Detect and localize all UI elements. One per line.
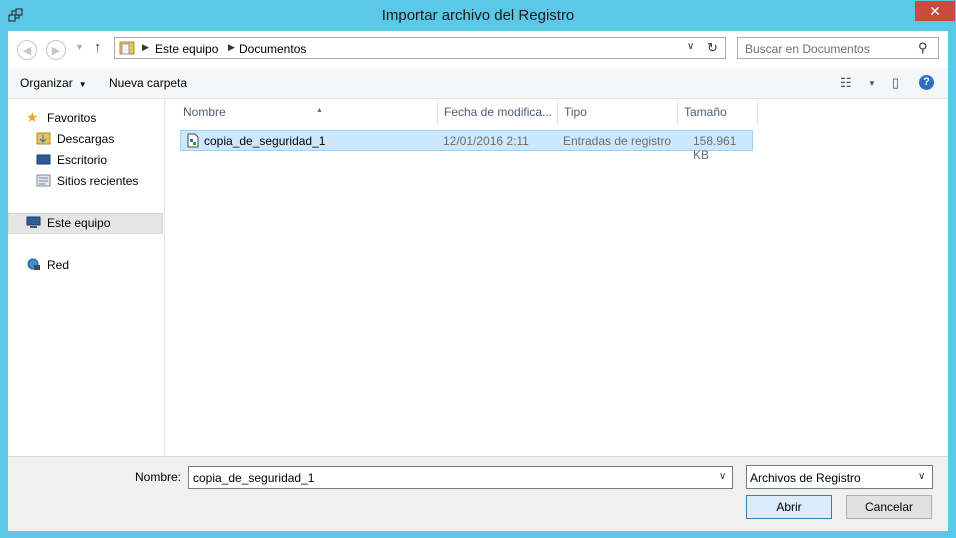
nav-network[interactable]: Red — [26, 255, 156, 275]
search-icon[interactable]: ⚲ — [918, 40, 928, 56]
bottom-panel: Nombre: copia_de_seguridad_1 ∨ Archivos … — [8, 456, 948, 531]
file-size: 158.961 KB — [693, 134, 737, 162]
view-caret-icon[interactable]: ▼ — [868, 79, 876, 88]
search-input[interactable]: Buscar en Documentos ⚲ — [737, 37, 939, 59]
file-name-label: Nombre: — [135, 470, 182, 484]
refresh-icon[interactable]: ↻ — [707, 40, 718, 56]
organize-menu[interactable]: Organizar ▼ — [20, 76, 87, 90]
dialog-client: ◀ ▶ ▼ ↑ ▶ Este equipo ▶ Documentos ∨ ↻ B… — [8, 31, 948, 531]
file-row[interactable]: copia_de_seguridad_1 12/01/2016 2:11 Ent… — [180, 130, 753, 162]
navigation-pane: ★ Favoritos Descargas Escritorio Sitios … — [8, 99, 165, 456]
chevron-down-icon[interactable]: ∨ — [719, 471, 726, 482]
column-header-type[interactable]: Tipo — [558, 100, 678, 125]
column-header-name[interactable]: Nombre ▲ — [177, 100, 438, 125]
registry-file-icon — [187, 133, 199, 148]
sort-ascending-icon: ▲ — [316, 107, 323, 114]
address-row: ◀ ▶ ▼ ↑ ▶ Este equipo ▶ Documentos ∨ ↻ B… — [8, 31, 948, 68]
file-date: 12/01/2016 2:11 — [443, 134, 529, 148]
nav-downloads[interactable]: Descargas — [36, 129, 156, 149]
file-name-input[interactable]: copia_de_seguridad_1 ∨ — [188, 466, 733, 489]
nav-downloads-label: Descargas — [57, 132, 115, 146]
recent-places-icon — [36, 174, 51, 187]
nav-favorites[interactable]: ★ Favoritos — [26, 108, 156, 128]
chevron-down-icon: ∨ — [918, 471, 926, 482]
view-options-icon[interactable]: ☷ — [840, 75, 852, 91]
column-name-label: Nombre — [183, 105, 226, 119]
caret-down-icon: ▼ — [78, 80, 87, 89]
file-name-value: copia_de_seguridad_1 — [193, 471, 315, 485]
file-type-filter[interactable]: Archivos de Registro ∨ — [746, 465, 933, 489]
star-icon: ★ — [26, 109, 39, 125]
open-button[interactable]: Abrir — [746, 495, 832, 519]
file-type: Entradas de registro — [563, 134, 672, 148]
forward-button[interactable]: ▶ — [46, 40, 66, 60]
up-arrow-icon[interactable]: ↑ — [94, 39, 102, 56]
nav-recent-label: Sitios recientes — [57, 174, 139, 188]
breadcrumb-este-equipo[interactable]: Este equipo — [155, 42, 218, 56]
cancel-button[interactable]: Cancelar — [846, 495, 932, 519]
window-title: Importar archivo del Registro — [381, 7, 575, 24]
computer-icon — [26, 216, 41, 228]
command-bar: Organizar ▼ Nueva carpeta ☷ ▼ ▯ ? — [8, 68, 948, 99]
file-type-filter-value: Archivos de Registro — [750, 471, 861, 485]
chevron-down-icon[interactable]: ∨ — [687, 41, 694, 52]
help-icon[interactable]: ? — [919, 75, 934, 90]
breadcrumb-documentos[interactable]: Documentos — [239, 42, 306, 56]
recent-locations-icon[interactable]: ▼ — [75, 42, 84, 52]
downloads-folder-icon — [36, 132, 51, 145]
column-header-date[interactable]: Fecha de modifica... — [438, 100, 558, 125]
nav-this-pc[interactable]: Este equipo — [26, 213, 156, 233]
network-icon — [27, 258, 40, 270]
file-name: copia_de_seguridad_1 — [204, 134, 326, 148]
address-bar[interactable]: ▶ Este equipo ▶ Documentos ∨ ↻ — [114, 37, 726, 59]
breadcrumb-separator-icon: ▶ — [228, 42, 235, 52]
close-button[interactable]: ✕ — [915, 1, 955, 21]
file-list-pane: Nombre ▲ Fecha de modifica... Tipo Tamañ… — [165, 99, 948, 456]
title-bar: Importar archivo del Registro ✕ — [0, 0, 956, 31]
nav-desktop[interactable]: Escritorio — [36, 150, 156, 170]
column-header-size[interactable]: Tamaño — [678, 100, 758, 125]
nav-favorites-label: Favoritos — [47, 111, 97, 125]
organize-label: Organizar — [20, 76, 73, 90]
new-folder-button[interactable]: Nueva carpeta — [109, 76, 187, 90]
back-button[interactable]: ◀ — [17, 40, 37, 60]
nav-network-label: Red — [47, 258, 70, 272]
nav-recent-places[interactable]: Sitios recientes — [36, 171, 161, 191]
folder-icon — [119, 41, 135, 55]
nav-this-pc-label: Este equipo — [47, 216, 111, 230]
preview-pane-icon[interactable]: ▯ — [892, 75, 899, 91]
desktop-icon — [36, 154, 51, 165]
nav-desktop-label: Escritorio — [57, 153, 108, 167]
search-placeholder: Buscar en Documentos — [745, 42, 870, 56]
breadcrumb-separator-icon: ▶ — [142, 42, 149, 52]
